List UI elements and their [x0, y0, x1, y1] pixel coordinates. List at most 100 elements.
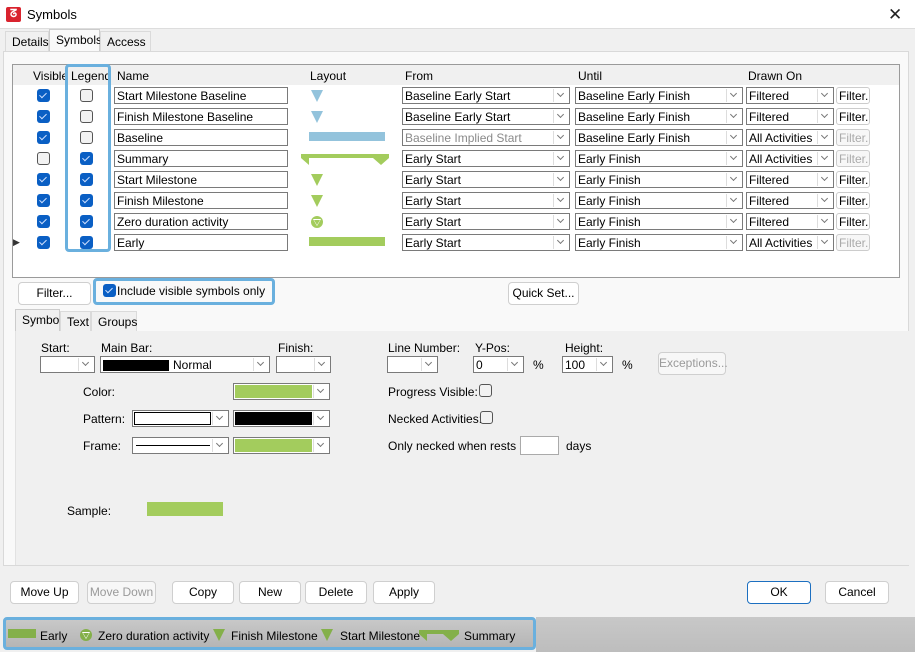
legend-item-label: Summary [464, 629, 516, 643]
from-dropdown[interactable]: Baseline Implied Start [402, 129, 570, 146]
symbol-row[interactable]: Start Milestone Baseline Baseline Early … [13, 86, 899, 107]
drawn-on-dropdown[interactable]: Filtered [746, 213, 834, 230]
necked-checkbox[interactable] [480, 411, 493, 424]
quick-set-button[interactable]: Quick Set... [508, 282, 579, 305]
until-dropdown[interactable]: Early Finish [575, 234, 743, 251]
symbol-row[interactable]: Start Milestone Early Start Early Finish… [13, 170, 899, 191]
until-dropdown[interactable]: Baseline Early Finish [575, 129, 743, 146]
copy-button[interactable]: Copy [172, 581, 234, 604]
pattern-label: Pattern: [83, 412, 126, 426]
necked-rests-input[interactable] [520, 436, 559, 455]
from-dropdown[interactable]: Early Start [402, 150, 570, 167]
symbol-name-field[interactable]: Zero duration activity [114, 213, 288, 230]
until-dropdown[interactable]: Early Finish [575, 171, 743, 188]
symbol-row[interactable]: Finish Milestone Early Start Early Finis… [13, 191, 899, 212]
row-filter-button[interactable]: Filter... [836, 234, 870, 251]
from-dropdown[interactable]: Early Start [402, 234, 570, 251]
pattern-dropdown[interactable] [132, 410, 229, 427]
symbol-name-field[interactable]: Finish Milestone [114, 192, 288, 209]
pattern-color-dropdown[interactable] [233, 410, 330, 427]
color-dropdown[interactable] [233, 383, 330, 400]
apply-button[interactable]: Apply [373, 581, 435, 604]
finish-dropdown[interactable] [276, 356, 331, 373]
drawn-on-dropdown[interactable]: All Activities [746, 234, 834, 251]
symbol-row[interactable]: ▶ Early Early Start Early Finish All Act… [13, 233, 899, 254]
tab-symbols[interactable]: Symbols [49, 29, 102, 51]
until-dropdown[interactable]: Early Finish [575, 213, 743, 230]
drawn-on-dropdown[interactable]: All Activities [746, 129, 834, 146]
ok-button[interactable]: OK [747, 581, 811, 604]
visible-checkbox[interactable] [37, 110, 50, 123]
row-filter-button[interactable]: Filter... [836, 213, 870, 230]
symbol-name-field[interactable]: Baseline [114, 129, 288, 146]
row-filter-button[interactable]: Filter... [836, 150, 870, 167]
from-dropdown[interactable]: Early Start [402, 213, 570, 230]
drawn-on-dropdown[interactable]: Filtered [746, 108, 834, 125]
move-up-button[interactable]: Move Up [10, 581, 79, 604]
subtab-groups[interactable]: Groups [91, 311, 137, 331]
new-button[interactable]: New [239, 581, 301, 604]
window-title: Symbols [27, 7, 77, 22]
row-filter-button[interactable]: Filter... [836, 171, 870, 188]
visible-checkbox[interactable] [37, 89, 50, 102]
layout-bar-blue-icon [309, 131, 385, 141]
until-dropdown[interactable]: Baseline Early Finish [575, 87, 743, 104]
visible-checkbox[interactable] [37, 173, 50, 186]
tab-access[interactable]: Access [100, 31, 151, 51]
symbol-name-field[interactable]: Early [114, 234, 288, 251]
frame-style-dropdown[interactable] [132, 437, 229, 454]
chevron-down-icon [817, 194, 832, 207]
until-dropdown[interactable]: Baseline Early Finish [575, 108, 743, 125]
chevron-down-icon [817, 110, 832, 123]
exceptions-button[interactable]: Exceptions... [658, 352, 728, 375]
close-icon[interactable]: ✕ [888, 5, 902, 25]
ypos-dropdown[interactable]: 0 [473, 356, 524, 373]
visible-checkbox[interactable] [37, 194, 50, 207]
start-dropdown[interactable] [40, 356, 95, 373]
subtab-symbol[interactable]: Symbol [15, 309, 62, 331]
drawn-on-dropdown[interactable]: Filtered [746, 192, 834, 209]
symbol-row[interactable]: Summary Early Start Early Finish All Act… [13, 149, 899, 170]
symbol-row[interactable]: Finish Milestone Baseline Baseline Early… [13, 107, 899, 128]
frame-color-dropdown[interactable] [233, 437, 330, 454]
from-dropdown[interactable]: Baseline Early Start [402, 108, 570, 125]
symbol-name-field[interactable]: Start Milestone [114, 171, 288, 188]
symbol-name-field[interactable]: Finish Milestone Baseline [114, 108, 288, 125]
cancel-button[interactable]: Cancel [825, 581, 889, 604]
main-bar-dropdown[interactable]: Normal [100, 356, 270, 373]
symbol-row[interactable]: Zero duration activity Early Start Early… [13, 212, 899, 233]
visible-checkbox[interactable] [37, 236, 50, 249]
from-dropdown[interactable]: Baseline Early Start [402, 87, 570, 104]
header-name: Name [117, 69, 150, 83]
tab-details[interactable]: Details [5, 31, 49, 51]
chevron-down-icon [726, 173, 741, 186]
visible-checkbox[interactable] [37, 215, 50, 228]
sample-label: Sample: [67, 504, 112, 518]
from-dropdown[interactable]: Early Start [402, 192, 570, 209]
row-filter-button[interactable]: Filter... [836, 129, 870, 146]
visible-checkbox[interactable] [37, 152, 50, 165]
progress-visible-checkbox[interactable] [479, 384, 492, 397]
until-dropdown[interactable]: Early Finish [575, 150, 743, 167]
delete-button[interactable]: Delete [305, 581, 367, 604]
until-dropdown[interactable]: Early Finish [575, 192, 743, 209]
symbol-name-field[interactable]: Start Milestone Baseline [114, 87, 288, 104]
chevron-down-icon [313, 412, 328, 425]
drawn-on-dropdown[interactable]: Filtered [746, 87, 834, 104]
filter-button[interactable]: Filter... [18, 282, 91, 305]
drawn-on-dropdown[interactable]: Filtered [746, 171, 834, 188]
subtab-text[interactable]: Text [60, 311, 91, 331]
row-filter-button[interactable]: Filter... [836, 87, 870, 104]
visible-checkbox[interactable] [37, 131, 50, 144]
height-dropdown[interactable]: 100 [562, 356, 613, 373]
symbol-name-field[interactable]: Summary [114, 150, 288, 167]
symbol-row[interactable]: Baseline Baseline Implied Start Baseline… [13, 128, 899, 149]
include-visible-checkbox[interactable] [103, 284, 116, 297]
row-filter-button[interactable]: Filter... [836, 192, 870, 209]
drawn-on-dropdown[interactable]: All Activities [746, 150, 834, 167]
from-dropdown[interactable]: Early Start [402, 171, 570, 188]
necked-rests-label: Only necked when rests > [388, 439, 527, 453]
move-down-button[interactable]: Move Down [87, 581, 156, 604]
line-number-dropdown[interactable] [387, 356, 438, 373]
row-filter-button[interactable]: Filter... [836, 108, 870, 125]
